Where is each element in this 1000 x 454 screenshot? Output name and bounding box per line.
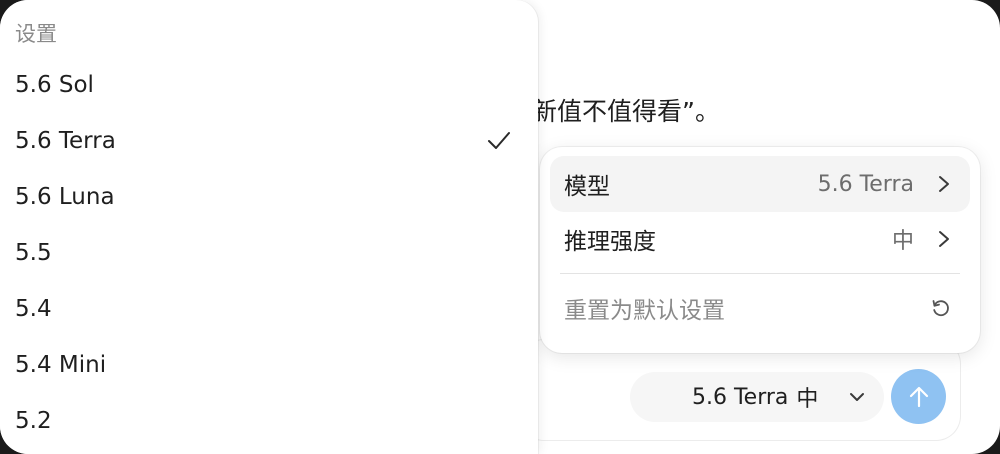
menu-item-model-value: 5.6 Terra (817, 171, 914, 197)
model-option-label: 5.2 (15, 408, 52, 434)
model-pill-effort: 中 (796, 387, 819, 412)
model-list-panel: 设置 5.6 Sol 5.6 Terra 5.6 Luna 5.5 5.4 5.… (0, 0, 538, 454)
model-option-5-4-mini[interactable]: 5.4 Mini (0, 340, 530, 390)
model-selector-pill[interactable]: 5.6 Terra 中 (630, 372, 884, 422)
message-text-content: 新值不值得看”。 (532, 97, 720, 126)
chevron-down-icon (850, 393, 864, 401)
chevron-right-icon (939, 176, 949, 192)
check-icon (488, 132, 510, 149)
model-option-label: 5.4 (15, 296, 52, 322)
model-option-5-6-terra[interactable]: 5.6 Terra (0, 116, 530, 166)
arrow-up-icon (909, 386, 928, 407)
model-option-label: 5.6 Terra (15, 128, 116, 154)
menu-item-model[interactable]: 模型 5.6 Terra (550, 156, 970, 212)
model-option-label: 5.4 Mini (15, 352, 107, 378)
menu-item-effort-value: 中 (891, 229, 914, 254)
reset-icon (932, 300, 949, 317)
model-option-5-4[interactable]: 5.4 (0, 284, 530, 334)
menu-item-reasoning-effort[interactable]: 推理强度 中 (550, 211, 970, 267)
menu-divider (560, 273, 960, 274)
menu-item-reset-label: 重置为默认设置 (564, 298, 725, 324)
menu-item-model-label: 模型 (564, 174, 610, 200)
chevron-right-icon (939, 231, 949, 247)
model-option-5-6-sol[interactable]: 5.6 Sol (0, 60, 530, 110)
model-option-5-2[interactable]: 5.2 (0, 396, 530, 446)
model-option-label: 5.6 Sol (15, 72, 94, 98)
model-option-label: 5.5 (15, 240, 52, 266)
settings-menu: 模型 5.6 Terra 推理强度 中 重置为默认设置 (540, 147, 980, 353)
model-option-label: 5.6 Luna (15, 184, 115, 210)
model-option-5-5[interactable]: 5.5 (0, 228, 530, 278)
model-pill-label: 5.6 Terra (692, 384, 789, 410)
menu-item-reset-defaults[interactable]: 重置为默认设置 (550, 280, 970, 336)
send-button[interactable] (891, 369, 946, 424)
model-option-5-6-luna[interactable]: 5.6 Luna (0, 172, 530, 222)
app-window: 新值不值得看”。 5.6 Terra 中 模型 5.6 Terra 推理强度 中 (0, 0, 1000, 454)
model-list-header: 设置 (15, 22, 57, 46)
menu-item-effort-label: 推理强度 (564, 229, 656, 255)
